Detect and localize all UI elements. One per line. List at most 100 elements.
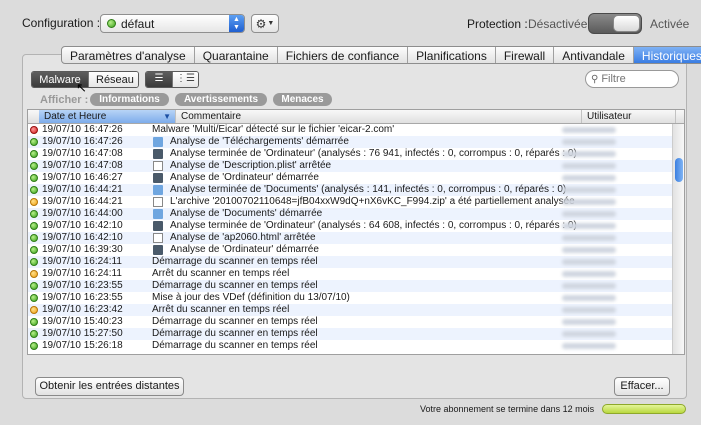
row-comment: Analyse de 'ap2060.html' arrêtée: [170, 232, 316, 243]
table-row[interactable]: 19/07/10 16:24:11 Arrêt du scanner en tem…: [28, 268, 673, 280]
table-row[interactable]: 19/07/10 15:26:18 Démarrage du scanner en…: [28, 340, 673, 352]
gear-icon: ⚙: [255, 16, 267, 31]
status-green-icon: [30, 318, 38, 326]
list-view-icon[interactable]: ☰: [146, 72, 172, 87]
tab-antivandal[interactable]: Antivandale: [554, 47, 634, 63]
status-green-icon: [30, 294, 38, 302]
status-green-icon: [30, 150, 38, 158]
tab-trusted-files[interactable]: Fichiers de confiance: [278, 47, 409, 63]
search-icon: ⚲: [591, 73, 599, 85]
column-header-comment[interactable]: Commentaire: [176, 110, 582, 123]
gear-menu-button[interactable]: ⚙ ▼: [251, 14, 279, 33]
get-remote-entries-button[interactable]: Obtenir les entrées distantes: [35, 377, 184, 396]
row-comment: Analyse de 'Ordinateur' démarrée: [170, 172, 319, 183]
table-row[interactable]: 19/07/10 16:24:11 Démarrage du scanner en…: [28, 256, 673, 268]
filter-info-chip[interactable]: Informations: [90, 93, 169, 106]
row-date: 19/07/10 16:44:00: [42, 208, 123, 219]
column-header-user[interactable]: Utilisateur: [582, 110, 676, 123]
vertical-scrollbar[interactable]: [672, 124, 684, 354]
table-row[interactable]: 19/07/10 16:39:30 Analyse de 'Ordinateur'…: [28, 244, 673, 256]
chevron-down-icon: ▼: [267, 20, 275, 27]
table-row[interactable]: 19/07/10 16:23:42 Arrêt du scanner en tem…: [28, 304, 673, 316]
network-segment-button[interactable]: Réseau: [88, 72, 138, 87]
table-row[interactable]: 19/07/10 16:47:08 Analyse terminée de 'Or…: [28, 148, 673, 160]
computer-icon: [153, 173, 163, 183]
row-user-redacted: [562, 295, 616, 301]
scrollbar-thumb[interactable]: [675, 158, 683, 182]
row-user-redacted: [562, 139, 616, 145]
row-comment: Analyse terminée de 'Ordinateur' (analys…: [170, 148, 577, 159]
column-header-date[interactable]: Date et Heure ▼: [39, 110, 176, 123]
configuration-label: Configuration :: [22, 16, 101, 30]
row-comment: Démarrage du scanner en temps réel: [152, 316, 318, 327]
tab-schedules[interactable]: Planifications: [408, 47, 496, 63]
row-date: 19/07/10 16:47:08: [42, 160, 123, 171]
table-row[interactable]: 19/07/10 16:23:55 Démarrage du scanner en…: [28, 280, 673, 292]
protection-toggle[interactable]: [588, 13, 642, 34]
row-comment: Analyse de 'Téléchargements' démarrée: [170, 136, 349, 147]
file-icon: [153, 233, 163, 243]
table-row[interactable]: 19/07/10 16:23:55 Mise à jour des VDef (d…: [28, 292, 673, 304]
table-row[interactable]: 19/07/10 16:47:08 Analyse de 'Description…: [28, 160, 673, 172]
table-row[interactable]: 19/07/10 16:47:26 Malware 'Multi/Eicar' d…: [28, 124, 673, 136]
configuration-select[interactable]: défaut ▲ ▼: [100, 14, 245, 33]
table-row[interactable]: 19/07/10 16:46:27 Analyse de 'Ordinateur'…: [28, 172, 673, 184]
row-user-redacted: [562, 223, 616, 229]
search-input[interactable]: [601, 73, 672, 85]
row-comment: Analyse terminée de 'Ordinateur' (analys…: [170, 220, 577, 231]
row-comment: Analyse terminée de 'Documents' (analysé…: [170, 184, 567, 195]
clear-button[interactable]: Effacer...: [614, 377, 670, 396]
row-comment: Mise à jour des VDef (définition du 13/0…: [152, 292, 350, 303]
detail-view-icon[interactable]: ⋮☰: [172, 72, 198, 87]
select-arrows-icon: ▲ ▼: [229, 15, 244, 32]
row-date: 19/07/10 16:47:26: [42, 124, 123, 135]
tab-quarantine[interactable]: Quarantaine: [195, 47, 278, 63]
search-field[interactable]: ⚲: [585, 70, 679, 88]
tab-scan-settings[interactable]: Paramètres d'analyse: [62, 47, 195, 63]
row-date: 19/07/10 16:23:55: [42, 280, 123, 291]
tab-logs[interactable]: Historiques: [633, 47, 701, 63]
status-ok-icon: [107, 19, 116, 28]
table-row[interactable]: 19/07/10 16:44:21 Analyse terminée de 'Do…: [28, 184, 673, 196]
log-table: Date et Heure ▼ Commentaire Utilisateur …: [27, 109, 685, 355]
table-row[interactable]: 19/07/10 16:42:10 Analyse terminée de 'Or…: [28, 220, 673, 232]
protection-off-label: Désactivée: [528, 17, 588, 31]
row-comment: Arrêt du scanner en temps réel: [152, 304, 290, 315]
filter-threats-chip[interactable]: Menaces: [273, 93, 332, 106]
table-row[interactable]: 19/07/10 16:44:21 L'archive '201007021106…: [28, 196, 673, 208]
row-user-redacted: [562, 127, 616, 133]
row-user-redacted: [562, 331, 616, 337]
row-date: 19/07/10 15:40:23: [42, 316, 123, 327]
row-user-redacted: [562, 319, 616, 325]
table-row[interactable]: 19/07/10 16:42:10 Analyse de 'ap2060.html…: [28, 232, 673, 244]
table-row[interactable]: 19/07/10 15:40:23 Démarrage du scanner en…: [28, 316, 673, 328]
computer-icon: [153, 149, 163, 159]
status-orange-icon: [30, 198, 38, 206]
filter-warnings-chip[interactable]: Avertissements: [175, 93, 267, 106]
row-user-redacted: [562, 259, 616, 265]
row-date: 19/07/10 16:42:10: [42, 232, 123, 243]
row-user-redacted: [562, 199, 616, 205]
row-user-redacted: [562, 271, 616, 277]
row-comment: Démarrage du scanner en temps réel: [152, 328, 318, 339]
row-user-redacted: [562, 175, 616, 181]
status-green-icon: [30, 246, 38, 254]
tab-bar: Paramètres d'analyse Quarantaine Fichier…: [61, 46, 701, 64]
row-user-redacted: [562, 283, 616, 289]
row-comment: L'archive '20100702110648=jfB04xxW9dQ+nX…: [170, 196, 575, 207]
computer-icon: [153, 221, 163, 231]
table-row[interactable]: 19/07/10 16:47:26 Analyse de 'Téléchargem…: [28, 136, 673, 148]
row-user-redacted: [562, 211, 616, 217]
row-comment: Démarrage du scanner en temps réel: [152, 340, 318, 351]
status-green-icon: [30, 342, 38, 350]
tab-firewall[interactable]: Firewall: [496, 47, 555, 63]
sort-descending-icon: ▼: [163, 112, 171, 121]
status-green-icon: [30, 282, 38, 290]
row-date: 19/07/10 15:26:18: [42, 340, 123, 351]
table-row[interactable]: 19/07/10 16:44:00 Analyse de 'Documents' …: [28, 208, 673, 220]
filter-label: Afficher :: [40, 94, 89, 106]
table-row[interactable]: 19/07/10 15:27:50 Démarrage du scanner en…: [28, 328, 673, 340]
toggle-knob[interactable]: [613, 15, 640, 32]
row-date: 19/07/10 16:46:27: [42, 172, 123, 183]
row-comment: Malware 'Multi/Eicar' détecté sur le fic…: [152, 124, 395, 135]
